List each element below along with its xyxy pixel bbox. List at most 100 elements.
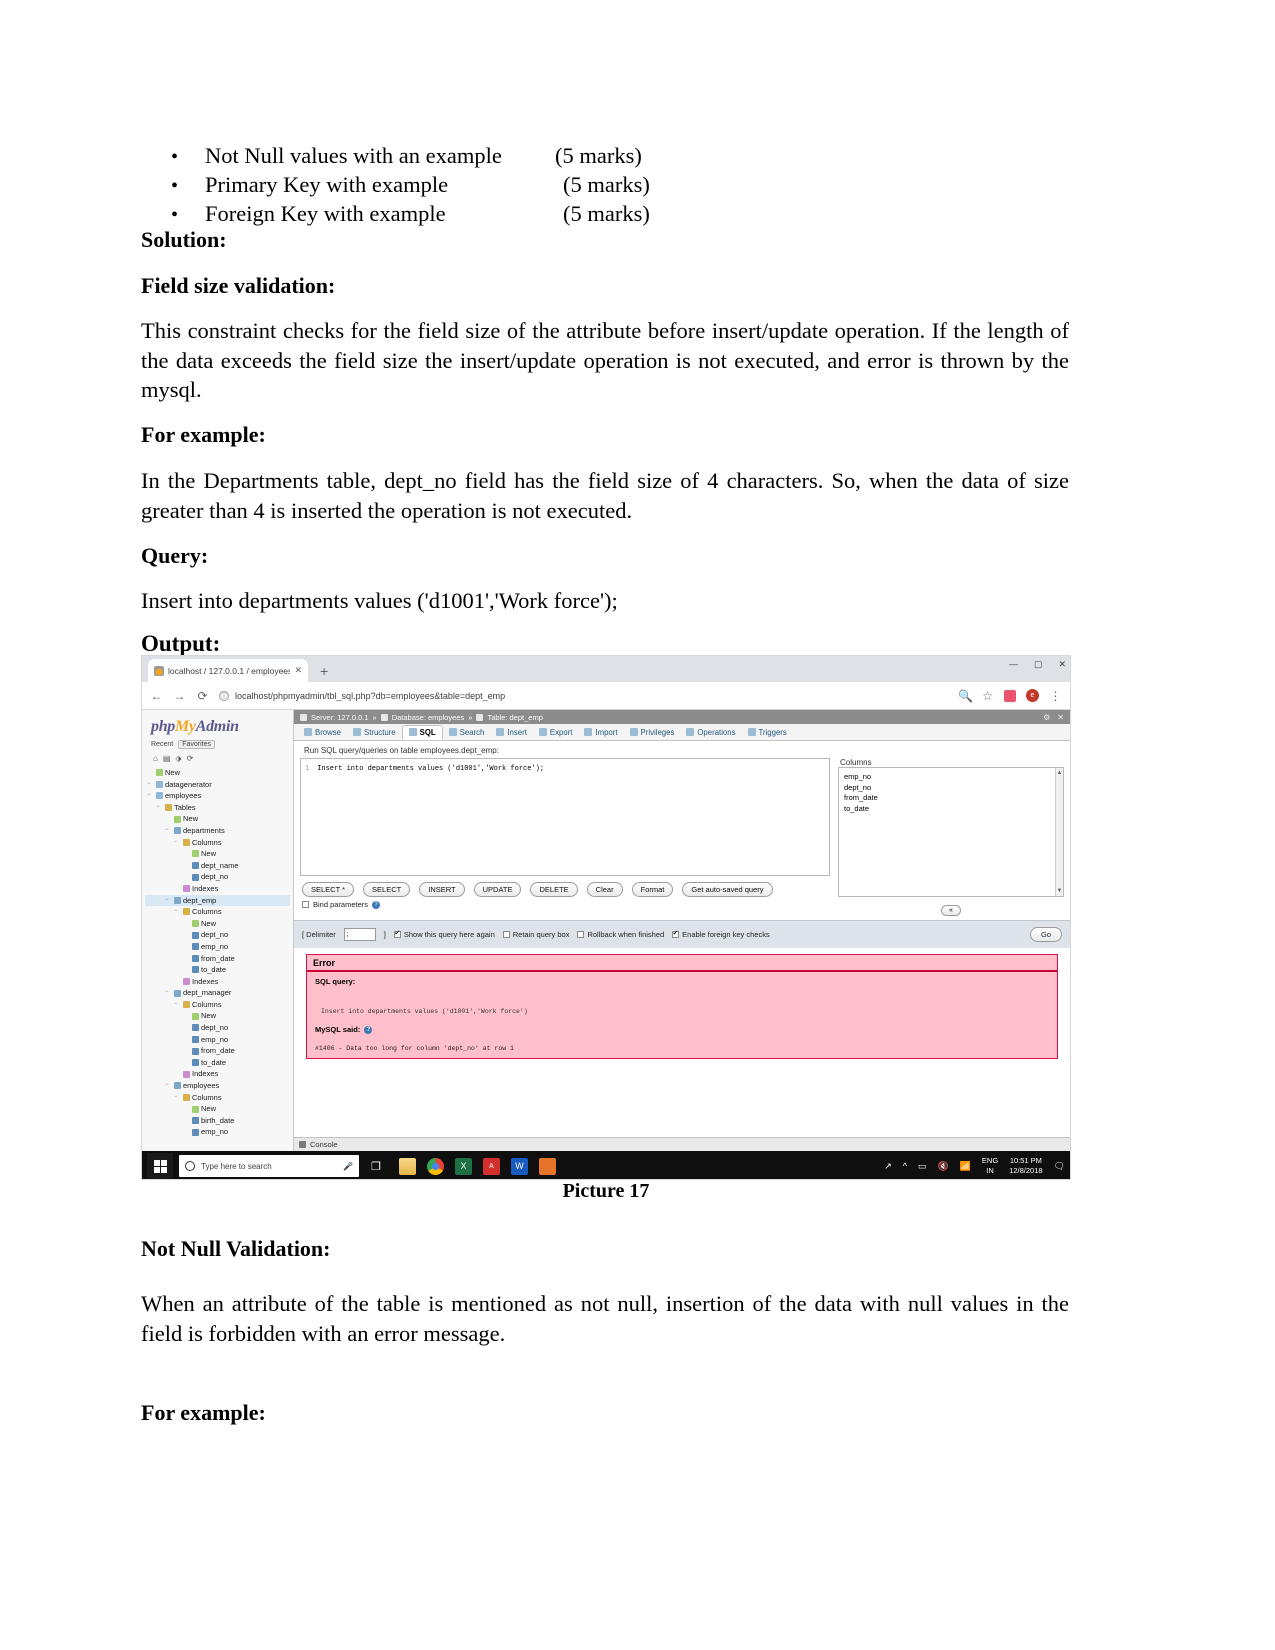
expand-toggle-icon[interactable]: − xyxy=(174,1092,181,1104)
tree-item-emp_no[interactable]: emp_no xyxy=(145,941,290,953)
tree-item-New[interactable]: New xyxy=(145,1010,290,1022)
help-icon[interactable]: ? xyxy=(364,1025,373,1034)
network-icon[interactable]: 📶 xyxy=(960,1161,971,1172)
microphone-icon[interactable]: 🎤 xyxy=(343,1162,353,1171)
expand-toggle-icon[interactable]: − xyxy=(174,999,181,1011)
word-icon[interactable]: W xyxy=(511,1157,528,1175)
expand-toggle-icon[interactable]: − xyxy=(147,779,154,791)
clock[interactable]: 10:51 PM 12/8/2018 xyxy=(1009,1156,1042,1176)
close-icon[interactable]: ✕ xyxy=(1057,713,1064,722)
option-show-query-again[interactable]: Show this query here again xyxy=(393,929,495,939)
tree-item-emp_no[interactable]: emp_no xyxy=(145,1126,290,1138)
list-icon[interactable]: ▤ xyxy=(163,754,171,763)
zoom-icon[interactable]: 🔍 xyxy=(958,689,973,703)
select-button[interactable]: SELECT * xyxy=(302,882,355,897)
battery-icon[interactable]: ▭ xyxy=(918,1161,927,1172)
column-item[interactable]: emp_no xyxy=(844,772,1058,783)
tree-item-Columns[interactable]: − Columns xyxy=(145,906,290,918)
insert-button[interactable]: INSERT xyxy=(419,882,465,897)
tree-item-dept_emp[interactable]: − dept_emp xyxy=(145,894,290,907)
option-rollback-when-finished[interactable]: Rollback when finished xyxy=(577,930,664,939)
tree-item-to_date[interactable]: to_date xyxy=(145,1057,290,1069)
column-item[interactable]: to_date xyxy=(844,804,1058,815)
avatar[interactable]: e xyxy=(1026,689,1039,702)
recent-label[interactable]: Recent xyxy=(151,741,173,748)
pdf-icon[interactable]: A xyxy=(483,1157,500,1175)
tree-item-to_date[interactable]: to_date xyxy=(145,964,290,976)
tab-insert[interactable]: Insert xyxy=(490,726,533,739)
tree-item-birth_date[interactable]: birth_date xyxy=(145,1115,290,1127)
columns-list[interactable]: emp_no dept_no from_date to_date ▲ ▼ xyxy=(838,767,1064,897)
tree-item-Columns[interactable]: − Columns xyxy=(145,1092,290,1104)
tree-item-dept_manager[interactable]: − dept_manager xyxy=(145,987,290,999)
vlc-icon[interactable] xyxy=(539,1157,556,1175)
breadcrumb-database[interactable]: Database: employees xyxy=(392,713,465,722)
tree-item-Columns[interactable]: − Columns xyxy=(145,837,290,849)
checkbox[interactable] xyxy=(502,931,510,938)
task-view-icon[interactable]: ❐ xyxy=(371,1158,388,1175)
tab-search[interactable]: Search xyxy=(443,726,491,739)
help-icon[interactable]: ? xyxy=(372,900,381,909)
bind-parameters-checkbox[interactable] xyxy=(302,901,309,908)
option-retain-query-box[interactable]: Retain query box xyxy=(502,930,569,939)
expand-toggle-icon[interactable]: − xyxy=(174,837,181,849)
expand-toggle-icon[interactable]: − xyxy=(165,1080,172,1092)
go-button[interactable]: Go xyxy=(1029,927,1062,942)
tree-item-Indexes[interactable]: Indexes xyxy=(145,976,290,988)
tree-item-New[interactable]: New xyxy=(145,1103,290,1115)
tree-item-Indexes[interactable]: Indexes xyxy=(145,883,290,895)
expand-toggle-icon[interactable]: − xyxy=(165,825,172,837)
chrome-icon[interactable] xyxy=(427,1157,444,1175)
expand-toggle-icon[interactable]: − xyxy=(147,790,154,802)
tree-item-dept_no[interactable]: dept_no xyxy=(145,929,290,941)
browser-tab[interactable]: localhost / 127.0.0.1 / employees ✕ xyxy=(148,659,308,682)
refresh-icon[interactable]: ⟳ xyxy=(187,754,194,763)
taskbar-search-box[interactable]: Type here to search 🎤 xyxy=(179,1155,359,1177)
excel-icon[interactable]: X xyxy=(455,1157,472,1175)
close-window-icon[interactable]: ✕ xyxy=(1058,659,1066,669)
language-indicator[interactable]: ENG IN xyxy=(982,1156,998,1176)
console-bar[interactable]: Console xyxy=(294,1137,1070,1151)
expand-toggle-icon[interactable]: − xyxy=(165,987,172,999)
maximize-icon[interactable]: ▢ xyxy=(1034,659,1043,669)
gear-icon[interactable]: ⚙ xyxy=(1043,713,1050,722)
update-button[interactable]: UPDATE xyxy=(473,882,522,897)
tab-sql[interactable]: SQL xyxy=(401,724,443,740)
tree-item-New[interactable]: New xyxy=(145,918,290,930)
console-toggle-icon[interactable]: ⬗ xyxy=(175,754,181,763)
tab-export[interactable]: Export xyxy=(533,726,579,739)
delete-button[interactable]: DELETE xyxy=(530,882,578,897)
tree-item-Indexes[interactable]: Indexes xyxy=(145,1068,290,1080)
url-input[interactable]: ⓘ localhost/phpmyadmin/tbl_sql.php?db=em… xyxy=(219,690,948,701)
tree-item-employees[interactable]: − employees xyxy=(145,790,290,802)
scroll-up-icon[interactable]: ▲ xyxy=(1056,768,1063,779)
notifications-icon[interactable]: 🗨 xyxy=(1054,1161,1065,1172)
volume-mute-icon[interactable]: 🔇 xyxy=(937,1161,948,1172)
tree-item-dept_no[interactable]: dept_no xyxy=(145,871,290,883)
expand-toggle-icon[interactable]: − xyxy=(156,802,163,814)
breadcrumb-table[interactable]: Table: dept_emp xyxy=(487,713,542,722)
collapse-button[interactable]: « xyxy=(941,905,961,916)
minimize-icon[interactable]: — xyxy=(1009,659,1018,669)
tree-item-from_date[interactable]: from_date xyxy=(145,1045,290,1057)
close-icon[interactable]: ✕ xyxy=(294,665,302,676)
checkbox[interactable] xyxy=(577,931,585,938)
bookmark-star-icon[interactable]: ☆ xyxy=(981,689,994,703)
tree-item-New[interactable]: New xyxy=(145,813,290,825)
site-info-icon[interactable]: ⓘ xyxy=(219,690,229,701)
tree-item-dept_no[interactable]: dept_no xyxy=(145,1022,290,1034)
breadcrumb-server[interactable]: Server: 127.0.0.1 xyxy=(311,713,369,722)
option-enable-foreign-key-checks[interactable]: Enable foreign key checks xyxy=(672,929,770,939)
tree-item-departments[interactable]: − departments xyxy=(145,825,290,837)
tab-privileges[interactable]: Privileges xyxy=(624,726,681,739)
tray-arrow-icon[interactable]: ↗ xyxy=(884,1161,892,1172)
checkbox[interactable] xyxy=(672,929,680,938)
favorites-label[interactable]: Favorites xyxy=(178,740,215,749)
tree-item-New[interactable]: New xyxy=(145,767,290,779)
reload-icon[interactable]: ⟳ xyxy=(196,689,209,703)
tab-triggers[interactable]: Triggers xyxy=(742,726,793,739)
tray-expand-icon[interactable]: ^ xyxy=(903,1161,907,1171)
tab-operations[interactable]: Operations xyxy=(680,726,741,739)
expand-toggle-icon[interactable]: − xyxy=(165,895,172,907)
tab-browse[interactable]: Browse xyxy=(298,726,347,739)
